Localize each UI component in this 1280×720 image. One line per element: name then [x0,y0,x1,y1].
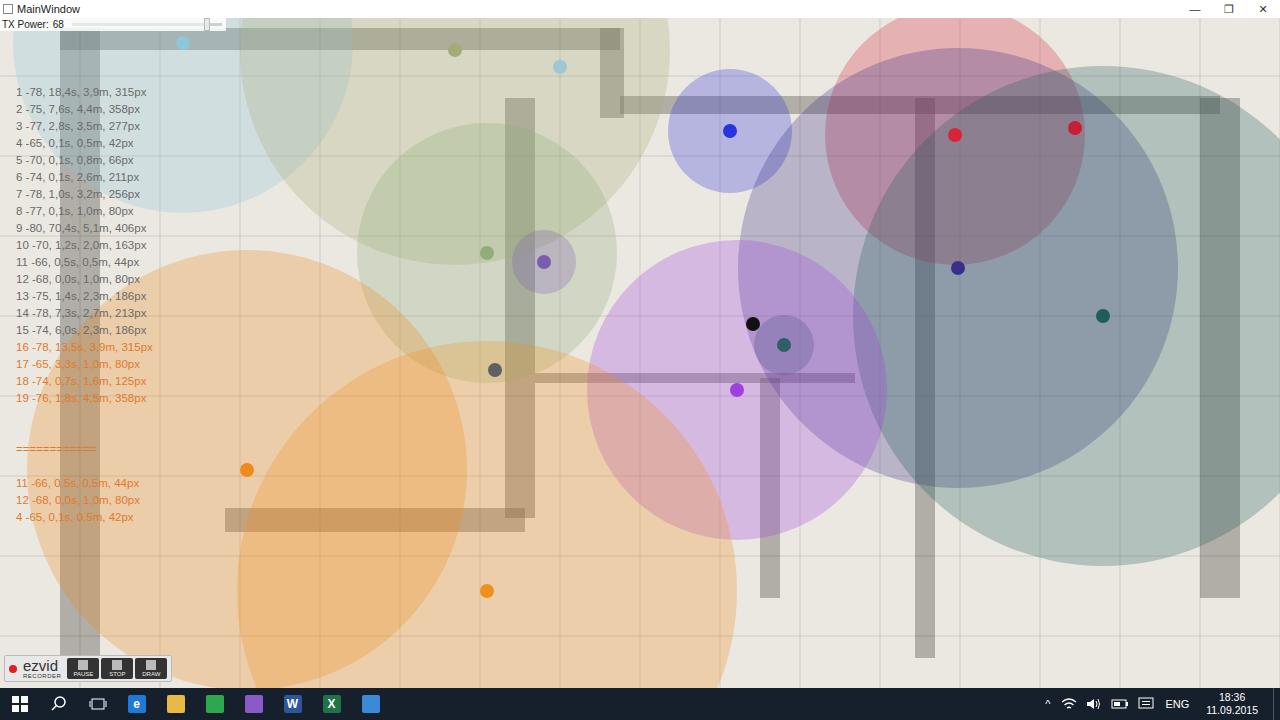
tray-overflow[interactable]: ^ [1043,698,1052,710]
app-icon [3,4,13,14]
wifi-icon[interactable] [1061,697,1077,711]
reading-row: 9 -80, 70,4s, 5,1m, 406px [16,220,153,237]
beacon-dot[interactable] [488,363,502,377]
beacon-dot[interactable] [553,60,567,74]
taskbar-app[interactable] [156,688,195,720]
reading-row: 15 -74, 6,0s, 2,3m, 186px [16,322,153,339]
reading-row: 10 -70, 1,2s, 2,0m, 163px [16,237,153,254]
beacon-range [237,341,737,688]
slider-thumb[interactable] [204,18,210,31]
app-icon: W [284,695,302,713]
volume-icon[interactable] [1086,697,1102,711]
task-view-icon [89,697,107,711]
slider-fill [72,23,207,26]
record-dot-icon [9,665,17,673]
start-button[interactable] [0,688,39,720]
window-controls: —❐✕ [1178,3,1280,16]
beacon-dot[interactable] [537,255,551,269]
reading-row: 3 -77, 2,8s, 3,5m, 277px [16,118,153,135]
beacon-dot[interactable] [777,338,791,352]
taskbar-app[interactable] [195,688,234,720]
taskbar-app[interactable]: e [117,688,156,720]
recorder-toolbar: ezvid RECORDER PAUSE STOP DRAW [4,655,172,682]
battery-icon[interactable] [1111,698,1129,710]
title-bar: MainWindow —❐✕ [0,0,1280,18]
tx-power-slider[interactable] [72,23,222,26]
window-title: MainWindow [17,3,1174,15]
taskbar-app[interactable]: X [312,688,351,720]
tx-power-control: TX Power: 68 [0,18,226,31]
nearest-row: 4 -65, 0,1s, 0,5m, 42px [16,509,153,526]
reading-row: 12 -68, 0,0s, 1,0m, 80px [16,271,153,288]
reading-row: 13 -75, 1,4s, 2,3m, 186px [16,288,153,305]
taskbar-app[interactable] [351,688,390,720]
reading-row: 6 -74, 0,1s, 2,6m, 211px [16,169,153,186]
window-control-button[interactable]: ✕ [1246,3,1280,16]
readings-panel: 1 -78, 18,4s, 3,9m, 315px2 -75, 7,6s, 4,… [16,84,153,526]
app-icon: e [128,695,146,713]
beacon-dot[interactable] [746,317,760,331]
language-indicator[interactable]: ENG [1163,698,1191,710]
reading-row: 1 -78, 18,4s, 3,9m, 315px [16,84,153,101]
reading-row: 4 -65, 0,1s, 0,5m, 42px [16,135,153,152]
app-icon [206,695,224,713]
nearest-row: 12 -68, 0,0s, 1,0m, 80px [16,492,153,509]
recorder-logo: ezvid RECORDER [23,658,61,679]
reading-row: 7 -78, 1,0s, 3,2m, 256px [16,186,153,203]
window-control-button[interactable]: ❐ [1212,3,1246,16]
tx-power-value: 68 [53,19,64,30]
recorder-button-icon [78,660,88,670]
show-desktop-button[interactable] [1273,688,1280,720]
recorder-button[interactable]: STOP [101,658,133,679]
reading-row: 18 -74, 0,7s, 1,6m, 125px [16,373,153,390]
recorder-button[interactable]: DRAW [135,658,167,679]
reading-row: 16 -78, 13,5s, 3,9m, 315px [16,339,153,356]
beacon-dot[interactable] [448,43,462,57]
recorder-button-icon [146,660,156,670]
beacon-dot[interactable] [1096,309,1110,323]
reading-row: 14 -78, 7,3s, 2,7m, 213px [16,305,153,322]
reading-row: 8 -77, 0,1s, 1,0m, 80px [16,203,153,220]
nearest-row: 11 -66, 0,5s, 0,5m, 44px [16,475,153,492]
beacon-dot[interactable] [948,128,962,142]
app-icon [167,695,185,713]
recorder-button[interactable]: PAUSE [67,658,99,679]
search-button[interactable] [39,688,78,720]
screen: MainWindow —❐✕ TX Power: 68 1 -78, 18,4s… [0,0,1280,720]
windows-icon [12,696,28,712]
reading-row: 17 -65, 3,3s, 1,0m, 80px [16,356,153,373]
tx-power-label: TX Power: [2,19,49,30]
beacon-dot[interactable] [240,463,254,477]
app-icon [362,695,380,713]
search-icon [51,696,67,712]
app-icon [245,695,263,713]
beacon-range [512,230,576,294]
beacon-dot[interactable] [723,124,737,138]
taskbar-app[interactable] [234,688,273,720]
clock[interactable]: 18:36 11.09.2015 [1200,691,1264,717]
notification-icon[interactable] [1138,697,1154,711]
beacon-range [853,66,1280,566]
beacon-dot[interactable] [480,584,494,598]
reading-row: 11 -66, 0,5s, 0,5m, 44px [16,254,153,271]
reading-row: 2 -75, 7,6s, 4,4m, 358px [16,101,153,118]
app-icon: X [323,695,341,713]
beacon-dot[interactable] [730,383,744,397]
reading-row: 5 -70, 0,1s, 0,8m, 66px [16,152,153,169]
map-view: TX Power: 68 1 -78, 18,4s, 3,9m, 315px2 … [0,18,1280,688]
floor-plan-canvas[interactable] [0,18,1280,688]
task-view-button[interactable] [78,688,117,720]
beacon-dot[interactable] [176,36,190,50]
recorder-button-icon [112,660,122,670]
beacon-dot[interactable] [951,261,965,275]
separator: ============ [16,441,153,458]
taskbar: e W X ^ ENG 18:36 11.09.2015 [0,688,1280,720]
window-control-button[interactable]: — [1178,3,1212,16]
beacon-dot[interactable] [480,246,494,260]
taskbar-app[interactable]: W [273,688,312,720]
reading-row: 19 -76, 1,8s, 4,5m, 358px [16,390,153,407]
beacon-dot[interactable] [1068,121,1082,135]
